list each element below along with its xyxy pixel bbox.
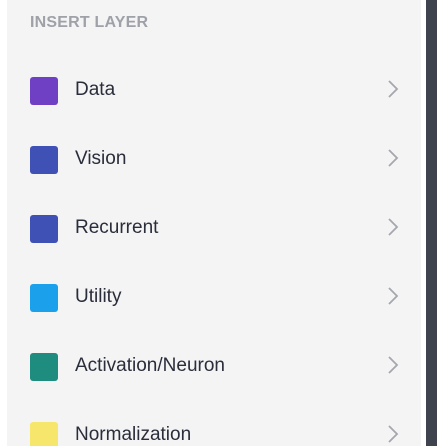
- layer-category-recurrent[interactable]: Recurrent: [0, 192, 421, 261]
- chevron-right-icon: [388, 287, 399, 305]
- chevron-right-icon: [388, 356, 399, 374]
- layer-category-utility[interactable]: Utility: [0, 261, 421, 330]
- color-swatch: [30, 353, 58, 381]
- layer-category-label: Data: [75, 79, 116, 100]
- color-swatch: [30, 215, 58, 243]
- layer-category-label: Activation/Neuron: [75, 355, 225, 376]
- chevron-right-icon: [388, 80, 399, 98]
- layer-category-data[interactable]: Data: [0, 54, 421, 123]
- chevron-right-icon: [388, 218, 399, 236]
- layer-category-vision[interactable]: Vision: [0, 123, 421, 192]
- chevron-right-icon: [388, 149, 399, 167]
- color-swatch: [30, 77, 58, 105]
- layer-category-label: Normalization: [75, 424, 192, 445]
- layer-category-normalization[interactable]: Normalization: [0, 399, 421, 446]
- color-swatch: [30, 284, 58, 312]
- insert-layer-panel: INSERT LAYER Data Vision Recurrent Utili…: [0, 0, 437, 446]
- layer-category-label: Utility: [75, 286, 122, 307]
- layer-category-activation-neuron[interactable]: Activation/Neuron: [0, 330, 421, 399]
- layer-category-label: Recurrent: [75, 217, 159, 238]
- color-swatch: [30, 422, 58, 446]
- layer-category-label: Vision: [75, 148, 127, 169]
- layer-category-list: Data Vision Recurrent Utility Activation…: [0, 54, 421, 446]
- panel-right-rail: [426, 0, 437, 446]
- panel-heading: INSERT LAYER: [30, 14, 149, 31]
- color-swatch: [30, 146, 58, 174]
- chevron-right-icon: [388, 425, 399, 443]
